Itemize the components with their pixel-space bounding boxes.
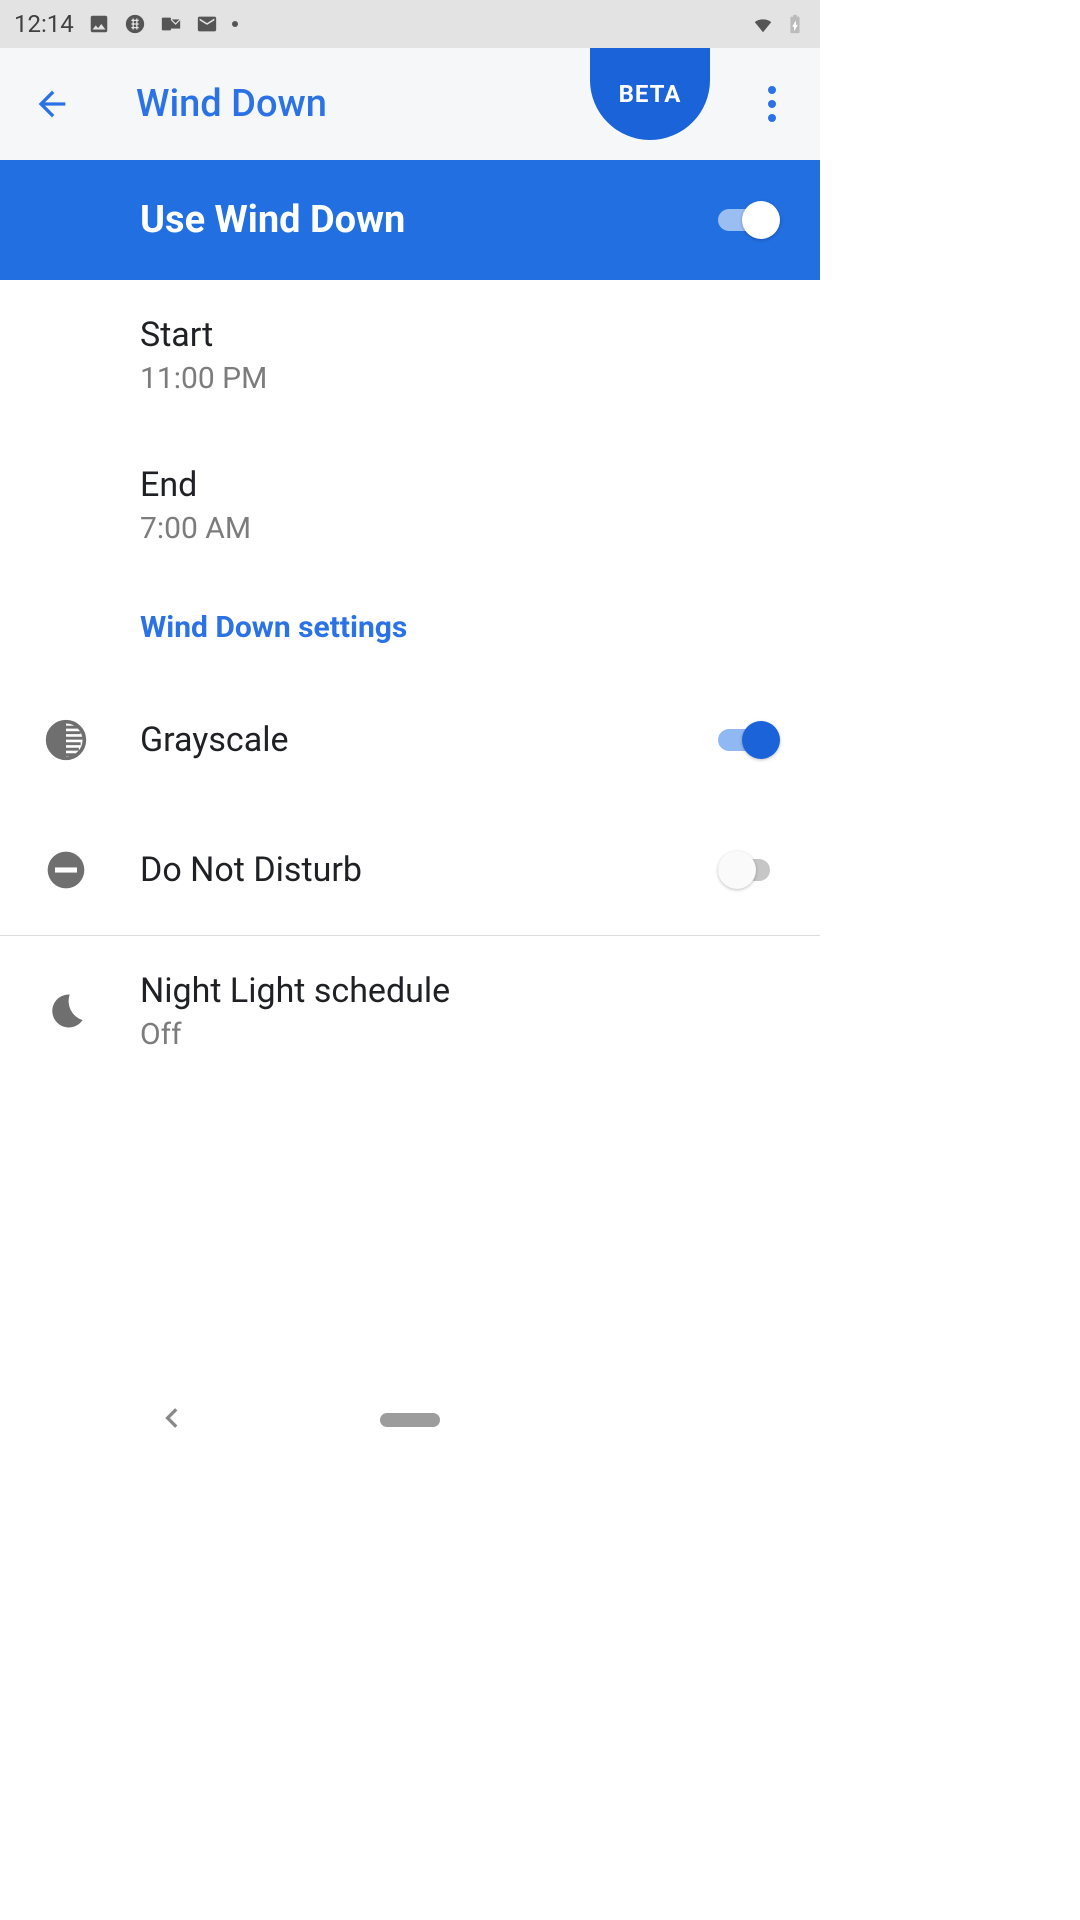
outlook-icon (160, 13, 182, 35)
more-vert-icon (768, 86, 776, 94)
grayscale-switch[interactable] (718, 721, 780, 759)
end-time-row[interactable]: End 7:00 AM (0, 430, 820, 580)
status-time: 12:14 (14, 10, 74, 38)
wifi-icon (752, 13, 774, 35)
hash-icon (124, 13, 146, 35)
end-label: End (140, 465, 780, 505)
settings-list: Start 11:00 PM End 7:00 AM Wind Down set… (0, 280, 820, 1086)
night-light-value: Off (140, 1017, 780, 1052)
do-not-disturb-label: Do Not Disturb (140, 850, 780, 890)
battery-charging-icon (784, 13, 806, 35)
back-button[interactable] (28, 80, 76, 128)
end-value: 7:00 AM (140, 511, 780, 546)
nav-home-pill[interactable] (380, 1413, 440, 1427)
night-light-row[interactable]: Night Light schedule Off (0, 936, 820, 1086)
moon-icon (44, 989, 88, 1033)
grayscale-label: Grayscale (140, 720, 780, 760)
page-title: Wind Down (136, 82, 327, 126)
image-icon (88, 13, 110, 35)
app-bar: Wind Down BETA (0, 48, 820, 160)
do-not-disturb-switch[interactable] (718, 851, 780, 889)
night-light-label: Night Light schedule (140, 971, 780, 1011)
nav-back-button[interactable] (160, 1405, 190, 1435)
do-not-disturb-icon (44, 848, 88, 892)
start-time-row[interactable]: Start 11:00 PM (0, 280, 820, 430)
use-wind-down-switch[interactable] (718, 201, 780, 239)
mail-icon (196, 13, 218, 35)
overflow-menu-button[interactable] (752, 80, 792, 128)
beta-badge: BETA (590, 48, 710, 140)
do-not-disturb-row[interactable]: Do Not Disturb (0, 805, 820, 935)
grayscale-icon (44, 718, 88, 762)
navigation-bar (0, 1385, 820, 1455)
more-notifications-dot (232, 21, 238, 27)
use-wind-down-row[interactable]: Use Wind Down (0, 160, 820, 280)
start-value: 11:00 PM (140, 361, 780, 396)
arrow-back-icon (32, 84, 72, 124)
start-label: Start (140, 315, 780, 355)
grayscale-row[interactable]: Grayscale (0, 675, 820, 805)
status-bar: 12:14 (0, 0, 820, 48)
use-wind-down-label: Use Wind Down (140, 198, 718, 242)
chevron-left-icon (160, 1405, 186, 1431)
wind-down-settings-header: Wind Down settings (0, 580, 820, 675)
